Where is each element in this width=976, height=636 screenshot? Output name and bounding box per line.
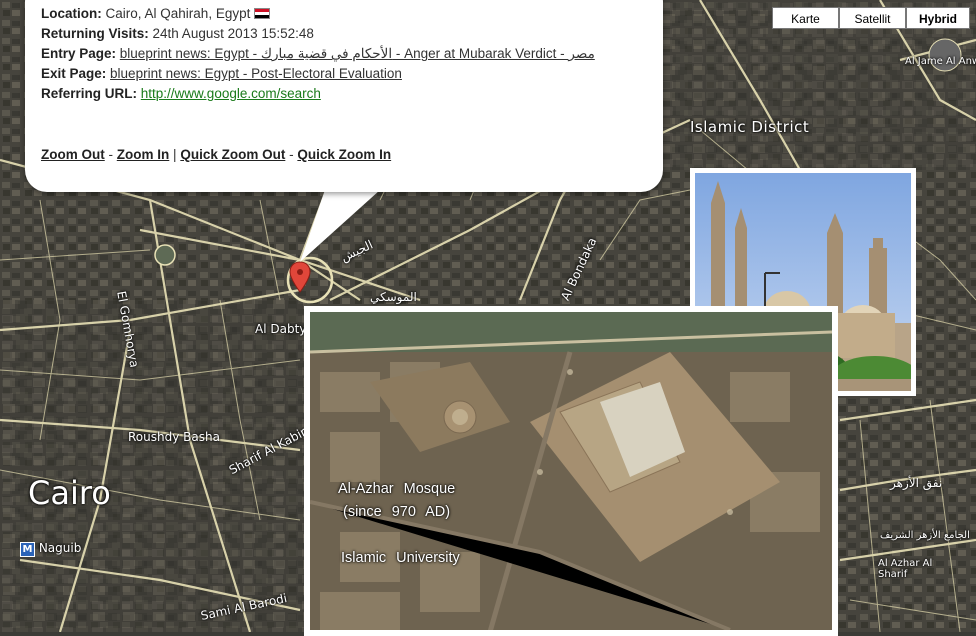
zoom-out-link[interactable]: Zoom Out [41,147,105,162]
satellite-inset [304,306,838,636]
separator: - [289,147,294,162]
zoom-in-link[interactable]: Zoom In [117,147,170,162]
map-type-karte-button[interactable]: Karte [772,7,839,29]
separator: | [173,147,177,162]
street-label-arabic: الموسكي [370,290,417,304]
street-label: Roushdy Basha [128,430,220,444]
metro-station[interactable]: M Naguib [20,541,81,557]
poi-label: Al Jame Al Anwar [905,56,976,67]
referring-url-link[interactable]: http://www.google.com/search [141,86,321,101]
metro-icon: M [20,542,35,557]
mosque-title: Al-Azhar Mosque [338,481,456,497]
location-label: Location: [41,6,102,21]
university-label: Islamic University [341,550,460,566]
quick-zoom-in-link[interactable]: Quick Zoom In [297,147,391,162]
returning-row: Returning Visits: 24th August 2013 15:52… [41,26,314,41]
map-type-hybrid-button[interactable]: Hybrid [906,7,970,29]
location-value: Cairo, Al Qahirah, Egypt [105,6,251,21]
location-row: Location: Cairo, Al Qahirah, Egypt [41,6,271,21]
mosque-since: (since 970 AD) [343,504,451,520]
metro-label: Naguib [38,541,82,555]
poi-label-arabic: الجامع الأزهر الشريف [880,530,970,541]
entry-page-link[interactable]: blueprint news: Egypt - الأحكام في قضية … [120,46,595,61]
zoom-links: Zoom Out - Zoom In | Quick Zoom Out - Qu… [41,147,391,162]
egypt-flag-icon [254,8,271,19]
street-label-arabic: نفق الأزهر [890,476,943,490]
returning-value: 24th August 2013 15:52:48 [152,26,314,41]
exit-page-link[interactable]: blueprint news: Egypt - Post-Electoral E… [110,66,402,81]
exit-row: Exit Page: blueprint news: Egypt - Post-… [41,66,402,81]
city-label: Cairo [28,474,111,512]
map-type-satellit-button[interactable]: Satellit [839,7,906,29]
referring-label: Referring URL: [41,86,138,101]
exit-label: Exit Page: [41,66,107,81]
entry-row: Entry Page: blueprint news: Egypt - الأح… [41,46,595,62]
info-window: Location: Cairo, Al Qahirah, Egypt Retur… [25,0,663,192]
district-label: Islamic District [690,118,810,136]
separator: - [108,147,114,162]
returning-label: Returning Visits: [41,26,149,41]
entry-label: Entry Page: [41,46,117,61]
quick-zoom-out-link[interactable]: Quick Zoom Out [180,147,285,162]
poi-label: Al Azhar Al Sharif [878,558,933,580]
referring-row: Referring URL: http://www.google.com/sea… [41,86,321,101]
satellite-image [309,312,833,633]
